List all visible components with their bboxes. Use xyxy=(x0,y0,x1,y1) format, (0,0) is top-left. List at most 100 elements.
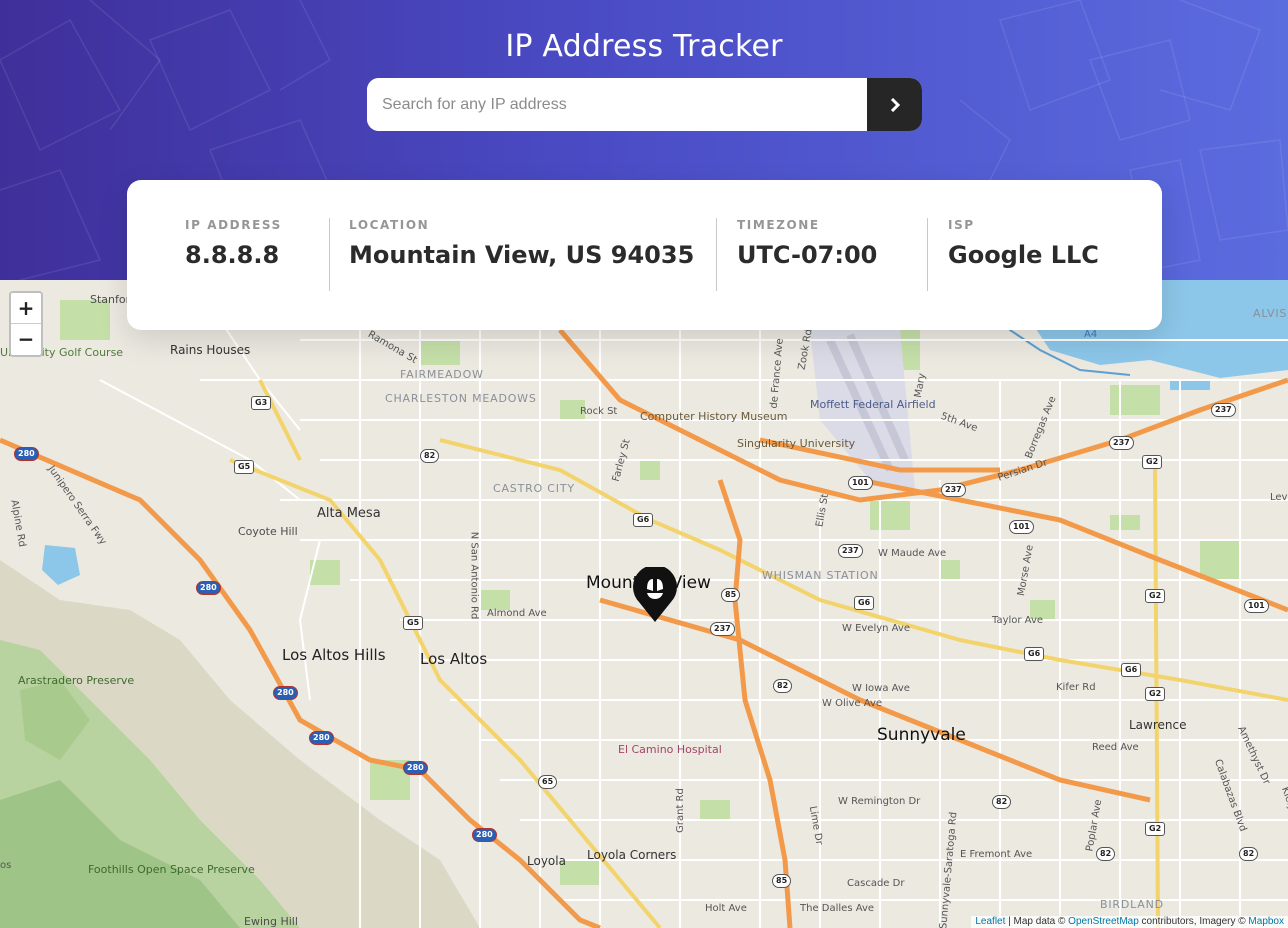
map-view[interactable]: Mountain View Sunnyvale Los Altos Los Al… xyxy=(0,280,1288,928)
route-237-shield: 237 xyxy=(1211,403,1236,417)
location-label: LOCATION xyxy=(349,218,430,232)
attribution-text: contributors, Imagery © xyxy=(1138,916,1249,927)
ip-address-label: IP ADDRESS xyxy=(185,218,282,232)
location-field: LOCATION Mountain View, US 94035 xyxy=(349,218,694,269)
ip-address-value: 8.8.8.8 xyxy=(185,241,280,269)
route-65-shield: 65 xyxy=(538,775,558,789)
street-cascade-dr: Cascade Dr xyxy=(847,878,905,889)
timezone-value: UTC-07:00 xyxy=(737,241,878,269)
location-pin-icon[interactable] xyxy=(631,567,679,623)
map-label-moffett-airfield: Moffett Federal Airfield xyxy=(810,398,936,411)
county-g6-shield: G6 xyxy=(854,596,875,610)
map-label-los-altos: Los Altos xyxy=(420,650,488,668)
map-label-rains-houses: Rains Houses xyxy=(170,343,251,357)
route-85-shield: 85 xyxy=(772,874,792,888)
map-label-fairmeadow: FAIRMEADOW xyxy=(400,368,484,381)
map-attribution: Leaflet | Map data © OpenStreetMap contr… xyxy=(971,916,1288,928)
route-237-shield: 237 xyxy=(710,622,735,636)
map-label-castro-city: CASTRO CITY xyxy=(493,482,575,495)
street-almond-ave: Almond Ave xyxy=(487,608,547,619)
map-label-arastradero-preserve: Arastradero Preserve xyxy=(18,674,135,687)
ip-info-card: IP ADDRESS 8.8.8.8 LOCATION Mountain Vie… xyxy=(127,180,1162,330)
street-e-fremont: E Fremont Ave xyxy=(960,849,1033,860)
county-g2-shield: G2 xyxy=(1145,589,1166,603)
map-label-alviso: ALVIS xyxy=(1253,307,1288,320)
route-237-shield: 237 xyxy=(941,483,966,497)
route-82-shield: 82 xyxy=(1096,847,1116,861)
map-label-lawrence: Lawrence xyxy=(1129,718,1187,732)
us-101-shield: 101 xyxy=(1244,599,1269,613)
map-label-singularity-university: Singularity University xyxy=(737,437,856,450)
street-w-evelyn: W Evelyn Ave xyxy=(842,623,910,634)
county-g2-shield: G2 xyxy=(1145,822,1166,836)
zoom-out-button[interactable]: − xyxy=(11,323,41,353)
interstate-280-shield: 280 xyxy=(309,731,334,745)
street-n-san-antonio: N San Antonio Rd xyxy=(468,531,480,620)
chevron-right-icon xyxy=(890,97,900,112)
timezone-field: TIMEZONE UTC-07:00 xyxy=(737,218,877,269)
search-bar xyxy=(367,78,922,131)
route-237-shield: 237 xyxy=(1109,436,1134,450)
county-g6-shield: G6 xyxy=(633,513,654,527)
openstreetmap-link[interactable]: OpenStreetMap xyxy=(1068,916,1139,927)
street-rock-st: Rock St xyxy=(580,406,618,417)
us-101-shield: 101 xyxy=(1009,520,1034,534)
street-reed-ave: Reed Ave xyxy=(1092,742,1139,753)
map-label-el-camino-hospital: El Camino Hospital xyxy=(618,743,722,756)
county-g5-shield: G5 xyxy=(234,460,255,474)
map-label-a4: A4 xyxy=(1084,329,1098,340)
timezone-label: TIMEZONE xyxy=(737,218,820,232)
street-dalles-ave: The Dalles Ave xyxy=(800,903,875,914)
street-grant-rd: Grant Rd xyxy=(674,788,686,833)
divider xyxy=(927,218,928,291)
mapbox-link[interactable]: Mapbox xyxy=(1248,916,1284,927)
isp-value: Google LLC xyxy=(948,241,1099,269)
interstate-280-shield: 280 xyxy=(273,686,298,700)
street-w-olive: W Olive Ave xyxy=(822,698,883,709)
route-237-shield: 237 xyxy=(838,544,863,558)
divider xyxy=(716,218,717,291)
ip-search-input[interactable] xyxy=(367,78,867,131)
map-label-whisman-station: WHISMAN STATION xyxy=(762,569,879,582)
street-kifer-rd: Kifer Rd xyxy=(1056,682,1096,693)
map-label-charleston-meadows: CHARLESTON MEADOWS xyxy=(385,392,537,405)
ip-address-field: IP ADDRESS 8.8.8.8 xyxy=(185,218,282,269)
isp-label: ISP xyxy=(948,218,975,232)
county-g5-shield: G5 xyxy=(403,616,424,630)
street-holt-ave: Holt Ave xyxy=(705,903,747,914)
route-82-shield: 82 xyxy=(773,679,793,693)
street-taylor-ave: Taylor Ave xyxy=(992,615,1044,626)
route-85-shield: 85 xyxy=(721,588,741,602)
interstate-280-shield: 280 xyxy=(472,828,497,842)
map-label-foothills-preserve: Foothills Open Space Preserve xyxy=(88,863,255,876)
divider xyxy=(329,218,330,291)
map-label-loyola-corners: Loyola Corners xyxy=(587,848,677,862)
route-82-shield: 82 xyxy=(992,795,1012,809)
page-title: IP Address Tracker xyxy=(505,29,783,64)
map-label-loyola: Loyola xyxy=(527,854,566,868)
county-g2-shield: G2 xyxy=(1145,687,1166,701)
map-label-os: os xyxy=(0,860,12,871)
interstate-280-shield: 280 xyxy=(403,761,428,775)
isp-field: ISP Google LLC xyxy=(948,218,1099,269)
street-w-iowa: W Iowa Ave xyxy=(852,683,910,694)
map-label-coyote-hill: Coyote Hill xyxy=(238,525,298,538)
street-w-maude: W Maude Ave xyxy=(878,548,947,559)
map-label-birdland: BIRDLAND xyxy=(1100,898,1164,911)
route-82-shield: 82 xyxy=(420,449,440,463)
street-w-remington: W Remington Dr xyxy=(838,796,921,807)
zoom-control: + − xyxy=(9,291,43,357)
location-value: Mountain View, US 94035 xyxy=(349,241,695,269)
leaflet-link[interactable]: Leaflet xyxy=(975,916,1005,927)
county-g3-shield: G3 xyxy=(251,396,272,410)
map-label-ewing-hill: Ewing Hill xyxy=(244,915,298,928)
county-g2-shield: G2 xyxy=(1142,455,1163,469)
zoom-in-button[interactable]: + xyxy=(11,293,41,323)
route-82-shield: 82 xyxy=(1239,847,1259,861)
map-label-sunnyvale: Sunnyvale xyxy=(877,725,966,745)
us-101-shield: 101 xyxy=(848,476,873,490)
map-label-alta-mesa: Alta Mesa xyxy=(317,506,381,521)
interstate-280-shield: 280 xyxy=(14,447,39,461)
search-submit-button[interactable] xyxy=(867,78,922,131)
attribution-text: | Map data © xyxy=(1005,916,1069,927)
